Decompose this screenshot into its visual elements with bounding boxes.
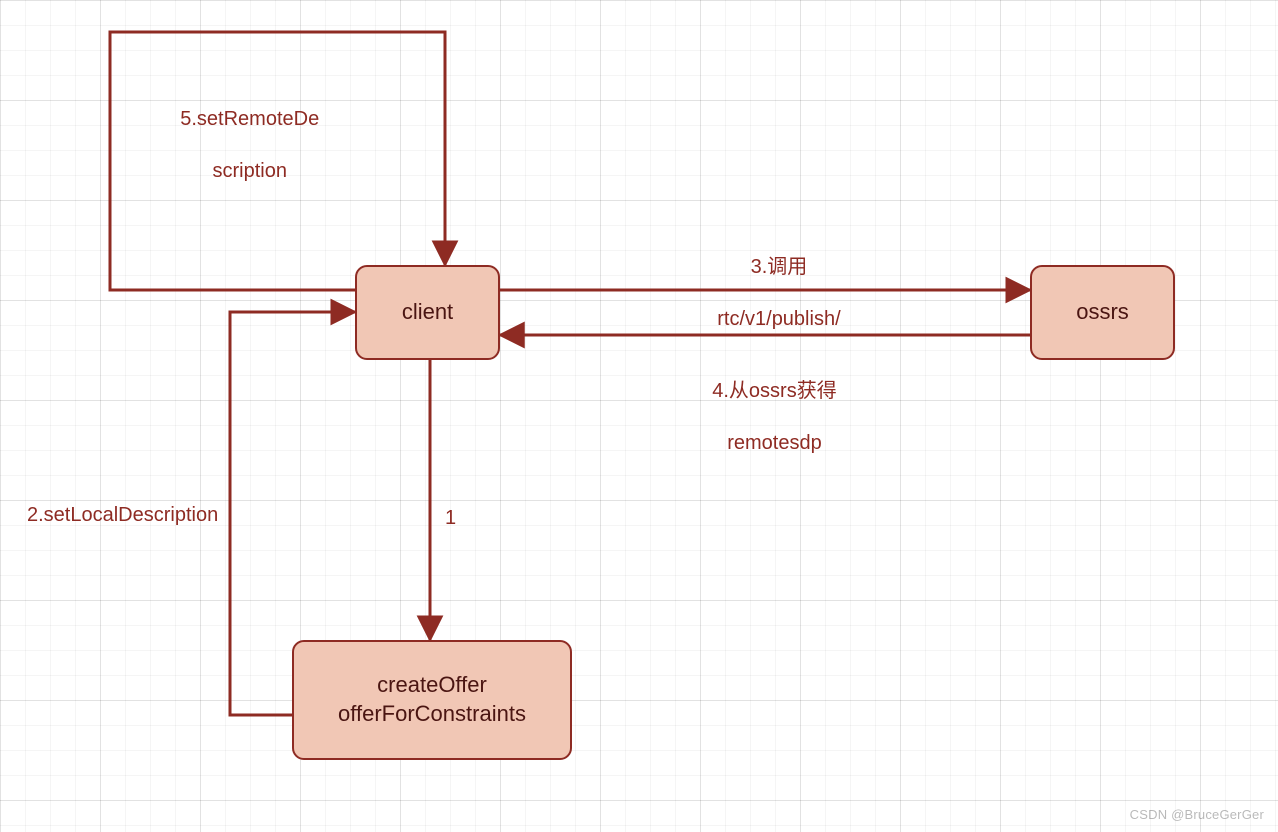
node-createoffer-line2: offerForConstraints [338,700,526,729]
node-client-label: client [402,298,453,327]
label-edge-4: 4.从ossrs获得 remotesdp [690,352,837,482]
label-edge-3-line1: 3.调用 [751,256,808,278]
label-edge-5-line1: 5.setRemoteDe [180,108,319,130]
label-edge-3-line2: rtc/v1/publish/ [717,308,840,330]
diagram-canvas: client ossrs createOffer offerForConstra… [0,0,1278,832]
node-ossrs-label: ossrs [1076,298,1129,327]
watermark: CSDN @BruceGerGer [1130,807,1264,822]
label-edge-5-line2: scription [212,160,286,182]
label-edge-5: 5.setRemoteDe scription [158,80,319,210]
label-edge-4-line1: 4.从ossrs获得 [712,380,836,402]
label-edge-3: 3.调用 rtc/v1/publish/ [695,228,841,358]
node-client: client [355,265,500,360]
label-edge-4-line2: remotesdp [727,432,822,454]
node-ossrs: ossrs [1030,265,1175,360]
label-edge-1: 1 [445,505,456,531]
node-createoffer: createOffer offerForConstraints [292,640,572,760]
node-createoffer-line1: createOffer [377,671,487,700]
label-edge-2: 2.setLocalDescription [27,502,218,528]
